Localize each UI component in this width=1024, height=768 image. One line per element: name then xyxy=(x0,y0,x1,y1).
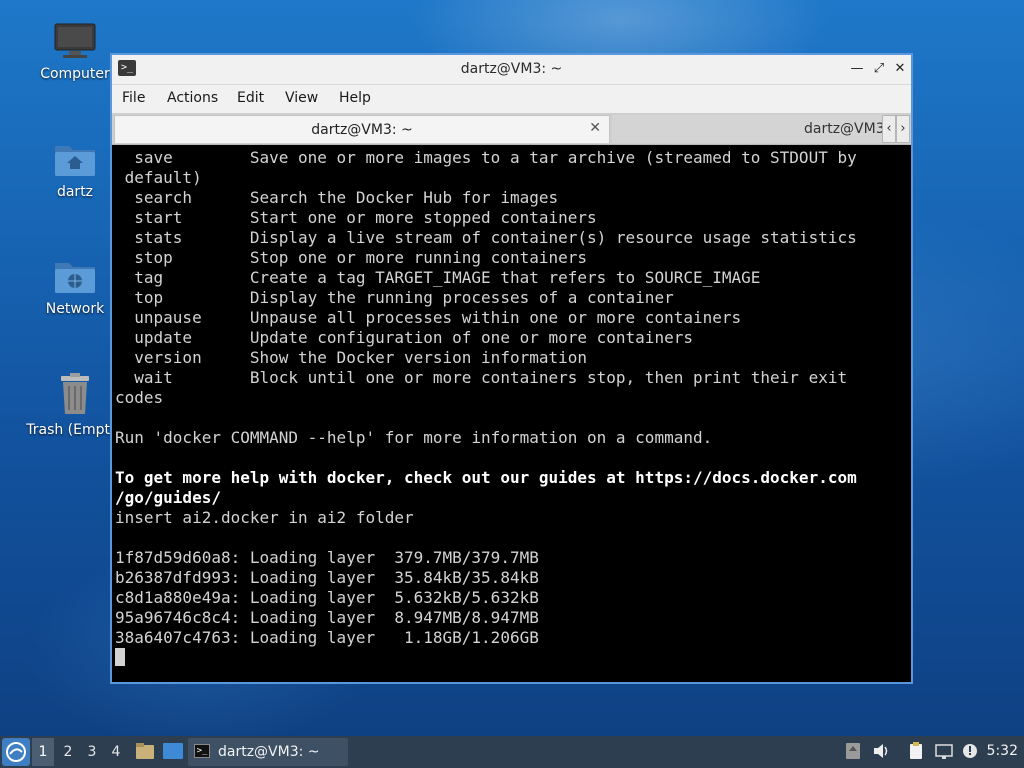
network-folder-icon xyxy=(55,263,95,293)
file-manager-icon[interactable] xyxy=(135,741,155,761)
menu-file[interactable]: File xyxy=(122,90,145,106)
menu-help[interactable]: Help xyxy=(339,90,371,106)
notification-icon[interactable] xyxy=(962,742,980,760)
trash-icon xyxy=(61,373,89,414)
terminal-line: /go/guides/ xyxy=(115,488,221,507)
terminal-line: unpause Unpause all processes within one… xyxy=(115,308,742,327)
tab-close-icon[interactable]: ✕ xyxy=(589,120,601,136)
tab-scroll-left-icon[interactable]: ‹ xyxy=(882,115,896,143)
window-title: dartz@VM3: ~ xyxy=(460,61,563,77)
terminal-line: 38a6407c4763: Loading layer 1.18GB/1.206… xyxy=(115,628,539,647)
terminal-cursor xyxy=(115,648,125,666)
terminal-line: Run 'docker COMMAND --help' for more inf… xyxy=(115,428,713,447)
terminal-line: search Search the Docker Hub for images xyxy=(115,188,559,207)
terminal-line: update Update configuration of one or mo… xyxy=(115,328,693,347)
updates-icon[interactable] xyxy=(844,742,862,760)
close-button[interactable]: ✕ xyxy=(892,61,908,77)
terminal-line: top Display the running processes of a c… xyxy=(115,288,674,307)
terminal-line: insert ai2.docker in ai2 folder xyxy=(115,508,414,527)
minimize-button[interactable]: — xyxy=(849,61,865,77)
clock[interactable]: 5:32 xyxy=(987,743,1018,759)
volume-icon[interactable] xyxy=(872,742,890,760)
taskbar-task-terminal[interactable]: >_ dartz@VM3: ~ xyxy=(188,738,348,766)
terminal-line: To get more help with docker, check out … xyxy=(115,468,857,487)
terminal-line: c8d1a880e49a: Loading layer 5.632kB/5.63… xyxy=(115,588,539,607)
tab-active[interactable]: dartz@VM3: ~ ✕ xyxy=(114,115,610,143)
terminal-line: 95a96746c8c4: Loading layer 8.947MB/8.94… xyxy=(115,608,539,627)
terminal-window[interactable]: >_ dartz@VM3: ~ — ⤢ ✕ File Actions Edit … xyxy=(110,53,913,684)
tab-bar: dartz@VM3: ~ ✕ dartz@VM3: ~ ‹ › xyxy=(112,113,911,145)
network-wired-icon[interactable] xyxy=(935,742,953,760)
monitor-icon xyxy=(54,23,96,58)
terminal-line: version Show the Docker version informat… xyxy=(115,348,588,367)
lubuntu-logo-icon xyxy=(6,742,26,762)
workspace-1[interactable]: 1 xyxy=(32,738,54,766)
terminal-line: save Save one or more images to a tar ar… xyxy=(115,148,857,167)
terminal-line: b26387dfd993: Loading layer 35.84kB/35.8… xyxy=(115,568,539,587)
tab-inactive[interactable]: dartz@VM3: ~ xyxy=(612,115,882,143)
tab-scroll-right-icon[interactable]: › xyxy=(896,115,910,143)
terminal-line: stop Stop one or more running containers xyxy=(115,248,588,267)
terminal-line: wait Block until one or more containers … xyxy=(115,368,848,387)
terminal-line: default) xyxy=(115,168,202,187)
window-titlebar[interactable]: >_ dartz@VM3: ~ — ⤢ ✕ xyxy=(112,55,911,85)
start-menu-button[interactable] xyxy=(2,738,30,766)
terminal-line: codes xyxy=(115,388,164,407)
home-folder-icon xyxy=(55,146,95,176)
terminal-line: start Start one or more stopped containe… xyxy=(115,208,597,227)
tab-label: dartz@VM3: ~ xyxy=(804,121,882,137)
task-label: dartz@VM3: ~ xyxy=(218,744,320,760)
workspace-2[interactable]: 2 xyxy=(57,738,79,766)
tab-label: dartz@VM3: ~ xyxy=(311,122,413,138)
terminal-line: 1f87d59d60a8: Loading layer 379.7MB/379.… xyxy=(115,548,539,567)
workspace-3[interactable]: 3 xyxy=(81,738,103,766)
terminal-line: stats Display a live stream of container… xyxy=(115,228,857,247)
workspace-4[interactable]: 4 xyxy=(105,738,127,766)
maximize-button[interactable]: ⤢ xyxy=(871,61,887,77)
menu-actions[interactable]: Actions xyxy=(167,90,218,106)
menu-edit[interactable]: Edit xyxy=(237,90,264,106)
menubar: File Actions Edit View Help xyxy=(112,85,911,113)
clipboard-icon[interactable] xyxy=(907,742,925,760)
terminal-line: tag Create a tag TARGET_IMAGE that refer… xyxy=(115,268,761,287)
terminal-output[interactable]: save Save one or more images to a tar ar… xyxy=(112,146,911,682)
taskbar: 1 2 3 4 >_ dartz@VM3: ~ 5:32 xyxy=(0,736,1024,768)
show-desktop-icon[interactable] xyxy=(162,742,184,760)
menu-view[interactable]: View xyxy=(285,90,318,106)
terminal-icon: >_ xyxy=(194,744,210,758)
